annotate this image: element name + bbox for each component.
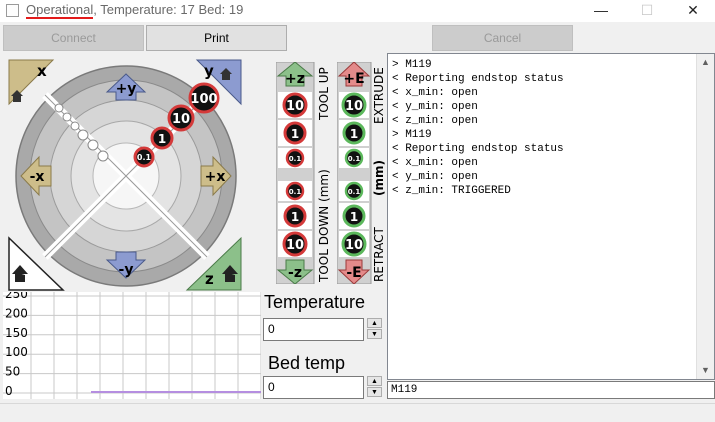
close-button[interactable]: ✕ xyxy=(670,0,715,22)
bed-temp-input[interactable]: 0 xyxy=(263,376,364,399)
scroll-down-icon[interactable]: ▼ xyxy=(697,362,714,379)
z-up-1-label: 1 xyxy=(291,127,299,141)
spin-down-icon[interactable]: ▼ xyxy=(367,387,382,397)
graph-background xyxy=(3,292,261,399)
step-100-label: 100 xyxy=(190,92,217,107)
mm-text: (mm) xyxy=(372,160,386,196)
retract-text: RETRACT xyxy=(372,227,386,282)
console-line: < z_min: open xyxy=(392,115,478,127)
minus-x-label: -x xyxy=(30,169,45,185)
extrude-10-label: 10 xyxy=(345,99,363,114)
temperature-graph: 250 200 150 100 50 0 xyxy=(3,292,261,399)
retract-1-button[interactable]: 1 xyxy=(339,203,369,229)
spin-down-icon[interactable]: ▼ xyxy=(367,329,382,339)
home-x-label: x xyxy=(37,62,47,80)
tool-up-label: TOOL UP xyxy=(317,67,331,121)
console-line: < x_min: open xyxy=(392,157,478,169)
extrude-01-button[interactable]: 0.1 xyxy=(339,148,369,168)
step-1-badge: 1 xyxy=(150,126,174,150)
z-down-label: -z xyxy=(288,265,302,281)
retract-01-button[interactable]: 0.1 xyxy=(339,181,369,201)
title-details: , Temperature: 17 Bed: 19 xyxy=(93,2,244,17)
z-down-1-button[interactable]: 1 xyxy=(278,203,312,229)
step-1-label: 1 xyxy=(158,132,166,146)
y-tick-label: 150 xyxy=(5,326,28,340)
z-down-1-label: 1 xyxy=(291,210,299,224)
y-tick-label: 100 xyxy=(5,345,28,359)
console-line: > M119 xyxy=(392,59,432,71)
console-line: < z_min: TRIGGERED xyxy=(392,185,511,197)
extrude-01-label: 0.1 xyxy=(348,155,361,163)
z-down-10-button[interactable]: 10 xyxy=(278,231,312,257)
z-up-1-button[interactable]: 1 xyxy=(278,120,312,146)
title-status: Operational xyxy=(26,2,94,19)
extrude-label: +E xyxy=(343,71,364,87)
y-tick-label: 200 xyxy=(5,306,28,320)
status-bar xyxy=(0,403,715,422)
minus-y-label: -y xyxy=(119,262,134,278)
console-scrollbar[interactable]: ▲ ▼ xyxy=(696,54,714,379)
y-tick-label: 0 xyxy=(5,384,13,398)
step-01-badge: 0.1 xyxy=(133,146,155,168)
command-input[interactable]: M119 xyxy=(387,381,715,399)
print-button[interactable]: Print xyxy=(146,25,287,51)
z-down-01-button[interactable]: 0.1 xyxy=(278,181,312,201)
home-z-label: z xyxy=(205,270,214,288)
temperature-spinner[interactable]: ▲ ▼ xyxy=(367,318,382,340)
scroll-up-icon[interactable]: ▲ xyxy=(697,54,714,71)
maximize-button[interactable]: ☐ xyxy=(624,0,670,22)
z-up-10-button[interactable]: 10 xyxy=(278,92,312,118)
console-lines: > M119 < Reporting endstop status < x_min:… xyxy=(392,58,696,198)
temperature-label: Temperature xyxy=(264,292,366,312)
step-100-badge: 100 xyxy=(188,82,220,114)
z-down-01-label: 0.1 xyxy=(289,188,302,196)
z-jog-control[interactable]: +z 10 1 0.1 0.1 1 10 -z TOOL UP TOOL DOW… xyxy=(276,62,334,284)
window-title: Operational, Temperature: 17 Bed: 19 xyxy=(26,2,244,19)
extrude-10-button[interactable]: 10 xyxy=(339,92,369,118)
z-up-01-label: 0.1 xyxy=(289,155,302,163)
extruder-control[interactable]: +E 10 1 0.1 0.1 1 10 -E EXTRUDE (mm) RET… xyxy=(337,62,387,284)
bed-temp-spinner[interactable]: ▲ ▼ xyxy=(367,376,382,398)
cancel-button[interactable]: Cancel xyxy=(432,25,573,51)
connect-button[interactable]: Connect xyxy=(3,25,144,51)
bed-temp-label: Bed temp xyxy=(268,353,346,373)
plus-x-label: +x xyxy=(205,169,226,185)
step-01-label: 0.1 xyxy=(137,153,152,162)
console-line: > M119 xyxy=(392,129,432,141)
retract-10-label: 10 xyxy=(345,238,363,253)
retract-01-label: 0.1 xyxy=(348,188,361,196)
title-bar: Operational, Temperature: 17 Bed: 19 — ☐… xyxy=(0,0,715,22)
extrude-1-label: 1 xyxy=(350,127,358,141)
z-up-01-button[interactable]: 0.1 xyxy=(278,148,312,168)
retract-label: -E xyxy=(346,265,361,281)
console-line: < y_min: open xyxy=(392,171,478,183)
console-line: < y_min: open xyxy=(392,101,478,113)
y-tick-label: 250 xyxy=(5,292,28,301)
step-10-badge: 10 xyxy=(167,104,195,132)
console-log[interactable]: > M119 < Reporting endstop status < x_min:… xyxy=(387,53,715,380)
z-down-10-label: 10 xyxy=(286,238,304,253)
home-y-label: y xyxy=(204,62,214,80)
console-line: < Reporting endstop status xyxy=(392,143,564,155)
step-10-label: 10 xyxy=(172,112,190,127)
retract-1-label: 1 xyxy=(350,210,358,224)
extrude-text: EXTRUDE xyxy=(372,67,386,124)
xy-jog-control[interactable]: x y z +y -y -x +x 100 10 1 0.1 xyxy=(7,58,245,294)
retract-10-button[interactable]: 10 xyxy=(339,231,369,257)
temperature-input[interactable]: 0 xyxy=(263,318,364,341)
spin-up-icon[interactable]: ▲ xyxy=(367,318,382,328)
tool-down-label: TOOL DOWN (mm) xyxy=(317,169,331,283)
plus-y-label: +y xyxy=(116,81,137,97)
console-line: < Reporting endstop status xyxy=(392,73,564,85)
z-up-label: +z xyxy=(285,71,305,87)
spin-up-icon[interactable]: ▲ xyxy=(367,376,382,386)
extrude-1-button[interactable]: 1 xyxy=(339,120,369,146)
y-tick-label: 50 xyxy=(5,365,20,379)
app-icon xyxy=(6,4,19,17)
z-up-10-label: 10 xyxy=(286,99,304,114)
minimize-button[interactable]: — xyxy=(578,0,624,22)
console-line: < x_min: open xyxy=(392,87,478,99)
